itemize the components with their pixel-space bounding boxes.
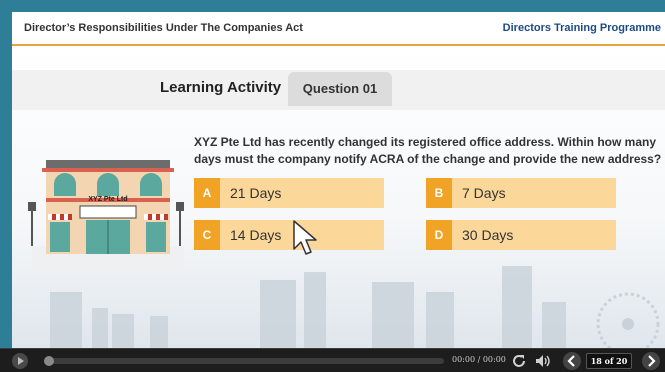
slide-header: Director’s Responsibilities Under The Co… xyxy=(12,12,665,46)
seek-knob[interactable] xyxy=(44,356,54,366)
window-frame-left xyxy=(0,12,12,348)
question-text: XYZ Pte Ltd has recently changed its reg… xyxy=(194,135,662,166)
option-letter: A xyxy=(194,178,220,208)
chevron-left-icon xyxy=(567,355,575,367)
building-sign: XYZ Pte Ltd xyxy=(88,196,128,203)
building-illustration-icon xyxy=(28,160,184,268)
option-letter: D xyxy=(426,220,452,250)
question-tab: Question 01 xyxy=(288,72,392,106)
replay-icon[interactable] xyxy=(510,352,528,370)
next-slide-button[interactable] xyxy=(642,352,660,370)
skyline-background-icon xyxy=(50,266,660,348)
option-text: 14 Days xyxy=(230,227,282,243)
play-icon[interactable] xyxy=(12,353,28,369)
player-control-bar: 00:00 / 00:00 18 of 20 xyxy=(0,348,665,372)
volume-icon[interactable] xyxy=(534,352,552,370)
course-title: Director’s Responsibilities Under The Co… xyxy=(24,22,303,34)
window-frame-top xyxy=(0,0,665,12)
option-text: 21 Days xyxy=(230,185,282,201)
chevron-right-icon xyxy=(648,355,656,367)
option-letter: B xyxy=(426,178,452,208)
prev-slide-button[interactable] xyxy=(563,352,581,370)
time-display: 00:00 / 00:00 xyxy=(452,355,506,364)
option-text: 7 Days xyxy=(462,185,506,201)
question-tab-label: Question 01 xyxy=(302,81,378,96)
mouse-pointer-icon xyxy=(293,220,317,255)
programme-title: Directors Training Programme xyxy=(502,22,661,34)
option-text: 30 Days xyxy=(462,227,514,243)
activity-label: Learning Activity xyxy=(160,79,282,96)
option-letter: C xyxy=(194,220,220,250)
option-a-button[interactable]: A 21 Days xyxy=(194,178,384,208)
slide-counter: 18 of 20 xyxy=(586,353,632,369)
option-c-button[interactable]: C 14 Days xyxy=(194,220,384,250)
seek-bar[interactable] xyxy=(44,356,444,366)
slide: Director’s Responsibilities Under The Co… xyxy=(12,12,665,348)
option-b-button[interactable]: B 7 Days xyxy=(426,178,616,208)
option-d-button[interactable]: D 30 Days xyxy=(426,220,616,250)
